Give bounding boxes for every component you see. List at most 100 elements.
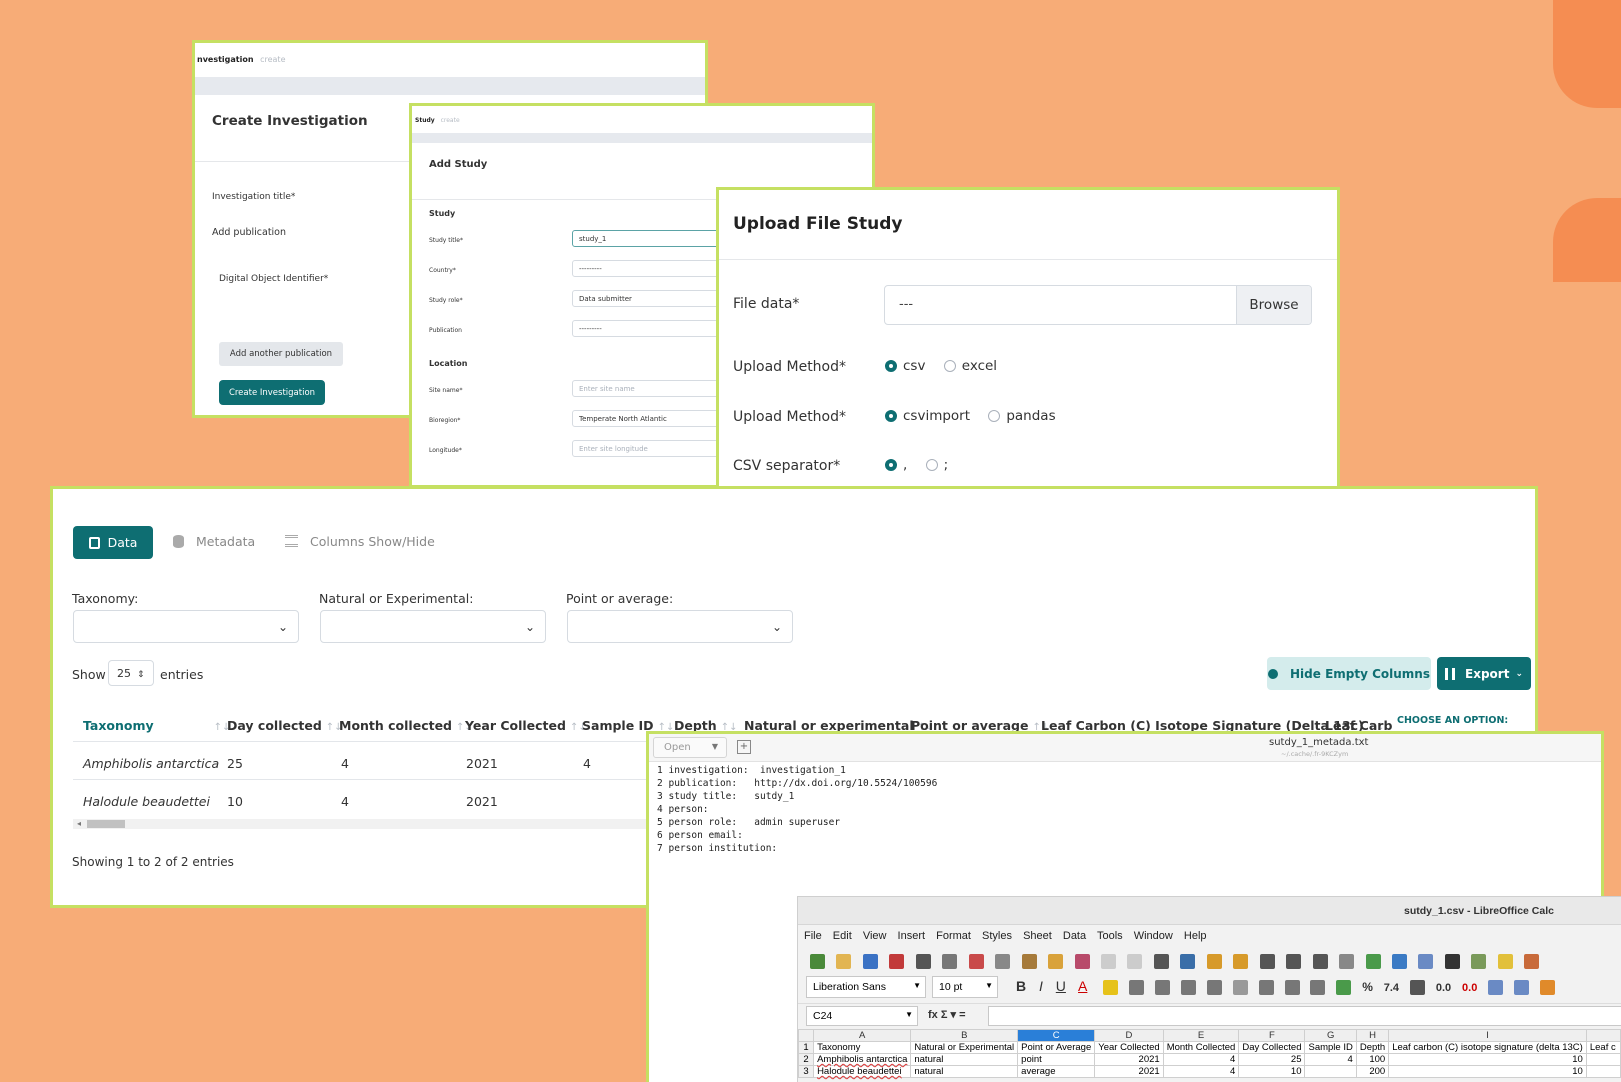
export-pdf-icon[interactable] [889,954,905,970]
comment-icon[interactable] [1497,954,1513,970]
align-middle-icon[interactable] [1284,979,1300,995]
tab-metadata[interactable]: Metadata [173,534,255,549]
image-icon[interactable] [1365,954,1381,970]
cell[interactable]: Depth [1355,1041,1390,1054]
clone-icon[interactable] [1048,954,1064,970]
italic-icon[interactable]: I [1039,978,1043,994]
col-header-taxonomy[interactable]: Taxonomy ↑↓ [83,718,230,733]
hide-empty-columns-button[interactable]: Hide Empty Columns [1267,657,1431,690]
cell[interactable]: 10 [1388,1053,1587,1066]
file-data-input[interactable]: --- Browse [884,285,1312,325]
merge-icon[interactable] [1232,979,1248,995]
menu-data[interactable]: Data [1063,930,1086,942]
align-right-icon[interactable] [1180,979,1196,995]
clear-icon[interactable] [1074,954,1090,970]
menu-file[interactable]: File [804,930,822,942]
export-button[interactable]: Export ⌄ [1437,657,1531,690]
align-center-icon[interactable] [1155,979,1171,995]
outdent-icon[interactable] [1514,979,1530,995]
row-number[interactable]: 1 [798,1041,815,1054]
menu-format[interactable]: Format [936,930,971,942]
menu-tools[interactable]: Tools [1097,930,1123,942]
row-number[interactable]: 3 [798,1065,815,1078]
align-bottom-icon[interactable] [1310,979,1326,995]
cell[interactable]: 25 [1238,1053,1306,1066]
cut-icon[interactable] [968,954,984,970]
radio-excel[interactable]: excel [943,358,997,374]
col-letter[interactable]: C [1017,1029,1096,1042]
highlight-icon[interactable] [1103,979,1119,995]
cell[interactable]: Day Collected [1238,1041,1306,1054]
column-icon[interactable] [1233,954,1249,970]
print-preview-icon[interactable] [942,954,958,970]
cell[interactable]: 4 [1162,1065,1240,1078]
cell[interactable] [1585,1065,1621,1078]
cell[interactable]: 4 [1162,1053,1240,1066]
new-tab-icon[interactable]: + [737,740,751,754]
scrollbar-thumb[interactable] [87,820,125,828]
save-icon[interactable] [862,954,878,970]
remove-decimal-icon[interactable]: 0.0 [1462,982,1477,994]
bold-icon[interactable]: B [1016,978,1026,994]
menu-view[interactable]: View [863,930,887,942]
cell[interactable]: 2021 [1094,1053,1164,1066]
cell[interactable]: 10 [1238,1065,1306,1078]
col-header-day[interactable]: Day collected ↑↓ [227,718,343,733]
col-letter[interactable]: I [1388,1029,1587,1042]
add-decimal-icon[interactable]: 0.0 [1436,982,1451,994]
hyperlink-icon[interactable] [1471,954,1487,970]
cell[interactable]: 100 [1355,1053,1390,1066]
name-box[interactable]: C24 ▼ [806,1006,918,1026]
currency-icon[interactable] [1336,979,1352,995]
spellcheck-icon[interactable] [1180,954,1196,970]
font-size-select[interactable]: 10 pt ▼ [932,976,998,998]
filter-taxonomy-select[interactable]: ⌄ [73,610,299,643]
cell[interactable]: Natural or Experimental [910,1041,1019,1054]
cell[interactable]: Leaf carbon (C) isotope signature (delta… [1388,1041,1587,1054]
cell[interactable]: 200 [1355,1065,1390,1078]
filter-natural-select[interactable]: ⌄ [320,610,546,643]
col-letter[interactable]: D [1094,1029,1164,1042]
col-letter[interactable]: E [1162,1029,1240,1042]
filter-icon[interactable] [1339,954,1355,970]
cell[interactable]: 4 [1304,1053,1357,1066]
open-icon[interactable] [836,954,852,970]
new-icon[interactable] [810,954,825,970]
font-name-select[interactable]: Liberation Sans ▼ [806,976,926,998]
row-number[interactable]: 2 [798,1053,815,1066]
radio-csvimport[interactable]: csvimport [885,408,970,424]
pivot-icon[interactable] [1418,954,1434,970]
menu-help[interactable]: Help [1184,930,1207,942]
formula-input[interactable] [988,1006,1621,1026]
borders-icon[interactable] [1539,979,1555,995]
cell[interactable]: Month Collected [1162,1041,1240,1054]
cell[interactable]: 10 [1388,1065,1587,1078]
scroll-left-arrow[interactable]: ◂ [77,819,81,828]
cell[interactable]: Amphibolis antarctica [813,1053,912,1066]
find-icon[interactable] [1153,954,1169,970]
menu-insert[interactable]: Insert [898,930,926,942]
radio-csv[interactable]: csv [885,358,925,374]
radio-comma[interactable]: , [885,457,907,473]
menu-sheet[interactable]: Sheet [1023,930,1052,942]
sort-desc-icon[interactable] [1312,954,1328,970]
col-letter[interactable] [1585,1029,1621,1042]
radio-semicolon[interactable]: ; [925,457,948,473]
formula-icons[interactable]: fx Σ ▾ = [928,1008,966,1021]
col-letter[interactable]: A [813,1029,912,1042]
menu-styles[interactable]: Styles [982,930,1012,942]
add-another-publication-button[interactable]: Add another publication [219,342,343,366]
cell[interactable]: point [1017,1053,1096,1066]
cell[interactable]: Leaf c [1585,1041,1621,1054]
cell[interactable]: natural [910,1053,1019,1066]
col-letter[interactable]: G [1304,1029,1357,1042]
corner-cell[interactable] [798,1029,815,1042]
font-color-icon[interactable]: A [1078,978,1087,994]
indent-icon[interactable] [1488,979,1504,995]
cell[interactable]: average [1017,1065,1096,1078]
entries-select[interactable]: 25 ⇕ [108,660,154,686]
special-char-icon[interactable] [1444,954,1460,970]
print-icon[interactable] [915,954,931,970]
menu-edit[interactable]: Edit [833,930,852,942]
align-top-icon[interactable] [1258,979,1274,995]
